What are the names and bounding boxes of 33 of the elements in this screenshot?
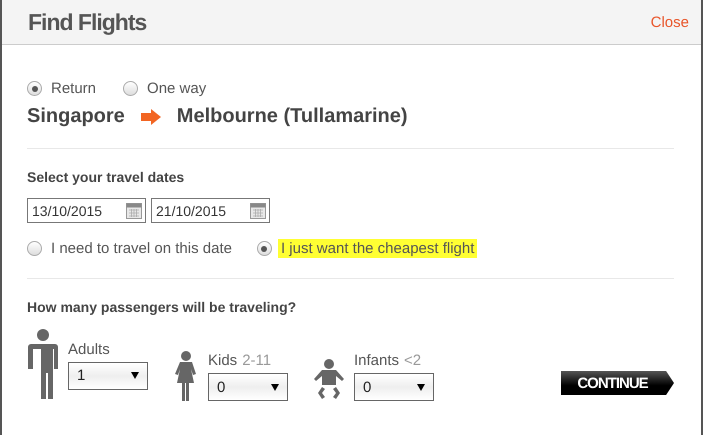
destination-city: Melbourne (Tullamarine): [176, 105, 408, 128]
radio-label[interactable]: Return: [48, 79, 100, 98]
radio-button[interactable]: [27, 81, 42, 96]
count-dropdown[interactable]: 0: [354, 373, 434, 401]
age-range: 2-11: [242, 352, 272, 369]
radio-button[interactable]: [27, 241, 42, 256]
date-field[interactable]: 13/10/2015: [27, 198, 146, 223]
radio-label[interactable]: One way: [144, 79, 210, 98]
calendar-icon[interactable]: [250, 202, 266, 218]
radio-button[interactable]: [123, 81, 138, 96]
calendar-icon[interactable]: [126, 202, 142, 218]
radio-button[interactable]: [256, 241, 272, 256]
radio-label[interactable]: I need to travel on this date: [48, 239, 235, 258]
girl-icon: [173, 351, 199, 401]
man-icon: [27, 329, 59, 401]
caret-icon: [271, 384, 279, 390]
origin-city: Singapore: [27, 105, 125, 128]
passenger-label: Infants: [354, 352, 400, 369]
dialog-title: Find Flights: [28, 8, 146, 36]
continue-button[interactable]: CONTINUE: [561, 371, 674, 395]
caret-icon: [417, 384, 425, 390]
count-dropdown[interactable]: 0: [208, 373, 288, 401]
arrow-icon: [140, 108, 161, 124]
caret-icon: [131, 372, 139, 379]
passenger-label: Kids: [208, 352, 238, 369]
section-heading: How many passengers will be traveling?: [27, 299, 298, 315]
radio-label[interactable]: I just want the cheapest flight: [278, 239, 478, 258]
baby-icon: [313, 359, 345, 401]
count-dropdown[interactable]: 1: [68, 362, 148, 390]
section-heading: Select your travel dates: [27, 169, 186, 185]
passenger-label: Adults: [68, 340, 110, 358]
age-range: <2: [404, 352, 422, 369]
date-field[interactable]: 21/10/2015: [151, 198, 270, 223]
